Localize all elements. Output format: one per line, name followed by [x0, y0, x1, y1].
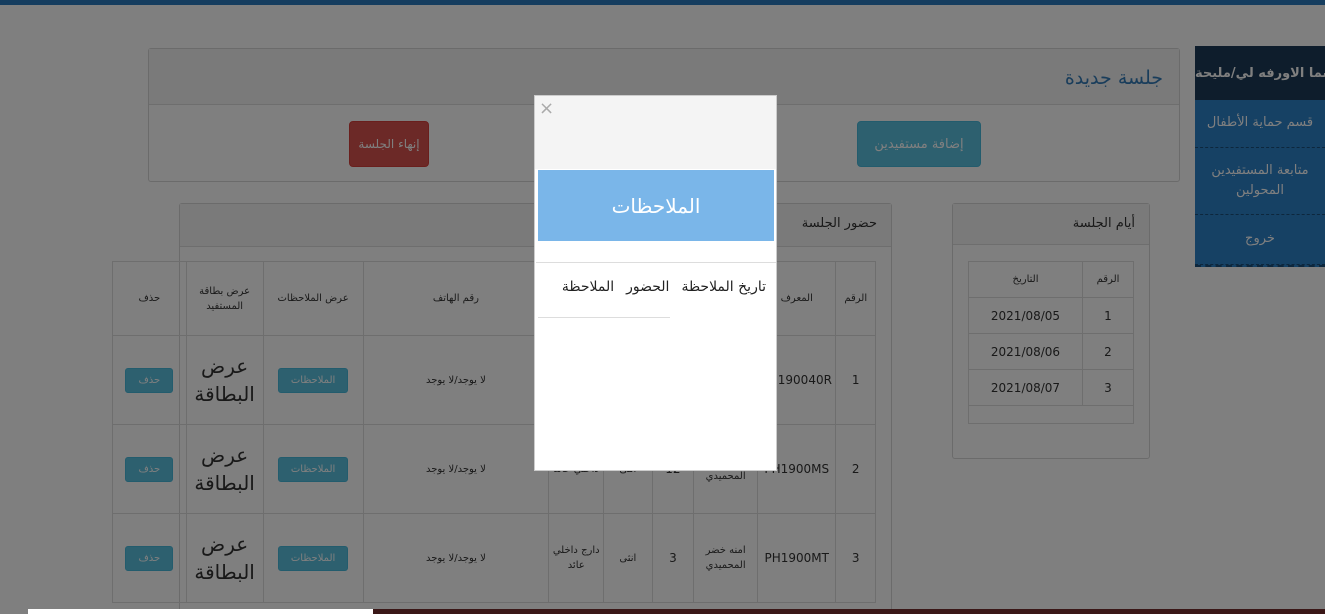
col-note: الملاحظة — [561, 279, 615, 295]
modal-title: الملاحظات — [538, 170, 774, 241]
col-attendance: الحضور — [626, 279, 670, 295]
notes-modal: × الملاحظات تاريخ الملاحظة الحضور الملاح… — [534, 95, 777, 471]
notes-table-header: تاريخ الملاحظة الحضور الملاحظة — [562, 279, 766, 295]
close-icon[interactable]: × — [539, 98, 554, 119]
divider — [538, 317, 670, 318]
modal-header: × — [535, 96, 776, 169]
divider — [536, 262, 776, 263]
bottom-strip-dark — [373, 609, 1325, 614]
bottom-strip — [28, 609, 373, 614]
col-note-date: تاريخ الملاحظة — [681, 279, 766, 295]
